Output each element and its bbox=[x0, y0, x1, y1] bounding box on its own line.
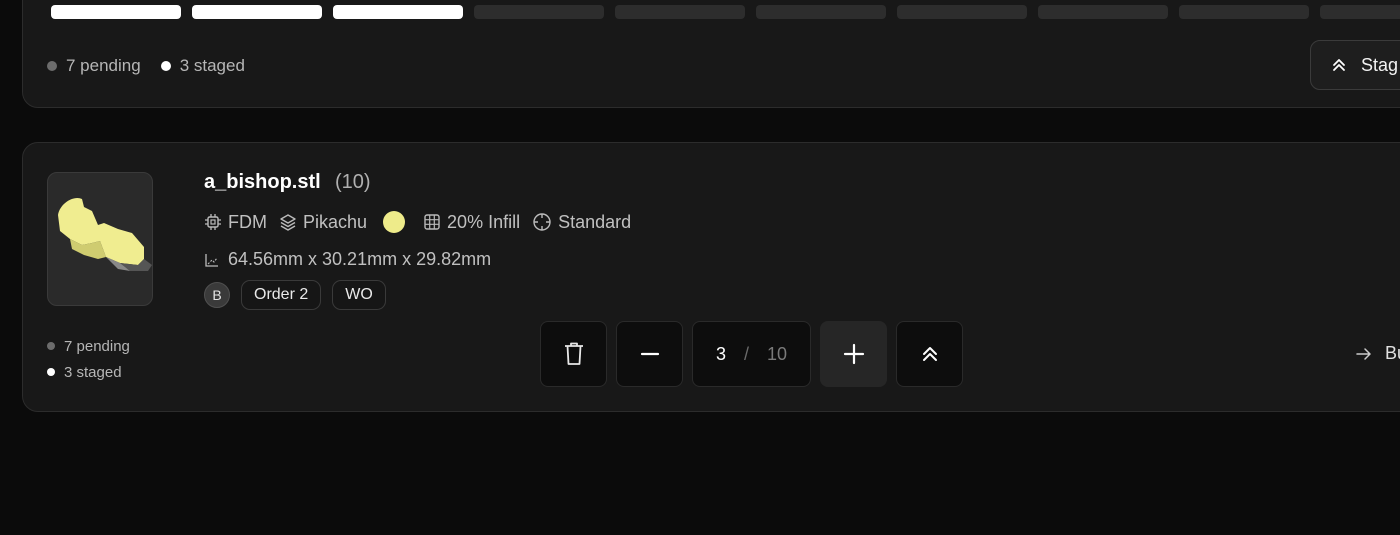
increment-button[interactable] bbox=[820, 321, 887, 387]
chevrons-up-icon bbox=[922, 347, 937, 361]
avatar[interactable]: B bbox=[204, 282, 230, 308]
staged-label: 3 staged bbox=[179, 56, 245, 75]
tech-spec: FDM bbox=[204, 212, 267, 233]
material-color-swatch bbox=[383, 211, 406, 233]
pending-status: 7 pending bbox=[47, 56, 141, 76]
infill-label: 20% Infill bbox=[447, 211, 521, 232]
progress-segment bbox=[51, 5, 181, 19]
quality-spec: Standard bbox=[532, 212, 631, 233]
progress-segment bbox=[474, 5, 604, 19]
material-spec: Pikachu bbox=[279, 212, 367, 233]
item-pending-label: 7 pending bbox=[64, 337, 130, 355]
progress-segment bbox=[192, 5, 322, 19]
tag-wo[interactable]: WO bbox=[332, 280, 386, 310]
chip-icon bbox=[205, 214, 221, 230]
chevrons-up-icon bbox=[1333, 59, 1345, 71]
material-label: Pikachu bbox=[303, 211, 368, 232]
stage-all-label: Stag bbox=[1361, 54, 1399, 75]
trash-icon bbox=[564, 342, 583, 365]
stage-all-button[interactable]: Stag bbox=[1310, 40, 1400, 90]
delete-button[interactable] bbox=[540, 321, 607, 387]
staged-status: 3 staged bbox=[160, 56, 245, 76]
model-thumbnail[interactable] bbox=[47, 172, 153, 306]
progress-segment bbox=[333, 5, 463, 19]
progress-segment bbox=[756, 5, 886, 19]
quantity-stepper[interactable]: 3 / 10 bbox=[692, 321, 811, 387]
tag-order[interactable]: Order 2 bbox=[241, 280, 322, 310]
infill-spec: 20% Infill bbox=[423, 212, 520, 233]
pending-dot bbox=[47, 61, 57, 71]
model-preview-image bbox=[58, 197, 152, 271]
minus-icon bbox=[640, 352, 659, 356]
quantity-current: 3 bbox=[715, 343, 726, 364]
dimensions-label: 64.56mm x 30.21mm x 29.82mm bbox=[228, 249, 492, 269]
stage-item-button[interactable] bbox=[896, 321, 963, 387]
progress-segment bbox=[1038, 5, 1168, 19]
staged-dot bbox=[47, 368, 55, 376]
tag-list: B Order 2 WO bbox=[204, 280, 397, 310]
axis-chart-icon bbox=[205, 253, 218, 267]
arrow-right-icon bbox=[1356, 347, 1371, 360]
item-pending-status: 7 pending bbox=[47, 333, 130, 359]
dimensions: 64.56mm x 30.21mm x 29.82mm bbox=[204, 249, 491, 270]
status-summary: 7 pending 3 staged bbox=[47, 56, 265, 76]
item-staged-label: 3 staged bbox=[64, 363, 122, 381]
quantity-total: 10 bbox=[767, 343, 788, 364]
tech-label: FDM bbox=[228, 211, 267, 232]
pending-label: 7 pending bbox=[66, 56, 141, 75]
next-step-link[interactable]: Bu bbox=[1355, 343, 1400, 364]
progress-segment bbox=[1179, 5, 1309, 19]
pending-dot bbox=[47, 342, 55, 350]
summary-card: 7 pending 3 staged Stag bbox=[22, 0, 1400, 108]
progress-segment bbox=[615, 5, 745, 19]
crosshair-icon bbox=[533, 213, 551, 231]
grid-icon bbox=[424, 214, 440, 230]
decrement-button[interactable] bbox=[616, 321, 683, 387]
item-status-summary: 7 pending 3 staged bbox=[47, 333, 130, 385]
staged-dot bbox=[160, 61, 171, 71]
progress-segment bbox=[897, 5, 1027, 19]
plus-icon bbox=[843, 343, 864, 365]
quality-label: Standard bbox=[558, 211, 632, 232]
progress-segment bbox=[1320, 5, 1400, 19]
layers-icon bbox=[280, 214, 296, 231]
quantity-separator: / bbox=[743, 343, 749, 364]
item-staged-status: 3 staged bbox=[47, 359, 130, 385]
file-name: a_bishop.stl bbox=[204, 171, 321, 193]
file-item-card: a_bishop.stl (10) FDM Pikachu 20% Infill… bbox=[22, 142, 1400, 412]
file-quantity-total: (10) bbox=[335, 171, 371, 193]
next-step-label: Bu bbox=[1385, 343, 1400, 363]
print-specs: FDM Pikachu 20% Infill Standard bbox=[204, 211, 643, 233]
